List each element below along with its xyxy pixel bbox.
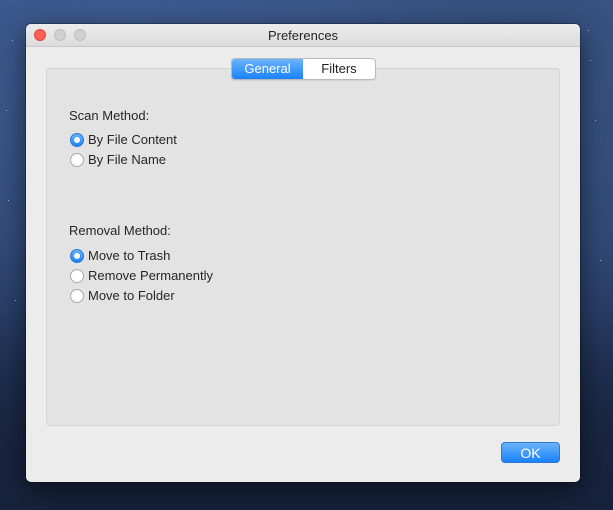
radio-label: Move to Folder [88,288,175,303]
preferences-window: Preferences General Filters Scan Method:… [26,24,580,482]
radio-unselected-icon[interactable] [70,268,84,283]
radio-label: Remove Permanently [88,268,213,283]
radio-by-file-content[interactable]: By File Content [70,132,177,147]
radio-move-to-folder[interactable]: Move to Folder [70,288,175,303]
radio-label: By File Name [88,152,167,167]
radio-selected-icon[interactable] [70,132,84,147]
radio-unselected-icon[interactable] [70,288,84,303]
radio-unselected-icon[interactable] [70,152,84,167]
tab-segmented-control: General Filters [231,58,376,80]
tab-filters[interactable]: Filters [303,59,375,79]
scan-method-label: Scan Method: [69,108,150,123]
radio-label: By File Content [88,132,177,147]
title-bar: Preferences [26,24,580,47]
radio-move-to-trash[interactable]: Move to Trash [70,248,170,263]
tab-general[interactable]: General [232,59,303,79]
radio-selected-icon[interactable] [70,248,84,263]
removal-method-label: Removal Method: [69,223,171,238]
radio-label: Move to Trash [88,248,171,263]
radio-by-file-name[interactable]: By File Name [70,152,166,167]
window-title: Preferences [267,28,339,43]
ok-button[interactable]: OK [501,442,560,463]
radio-remove-permanently[interactable]: Remove Permanently [70,268,213,283]
